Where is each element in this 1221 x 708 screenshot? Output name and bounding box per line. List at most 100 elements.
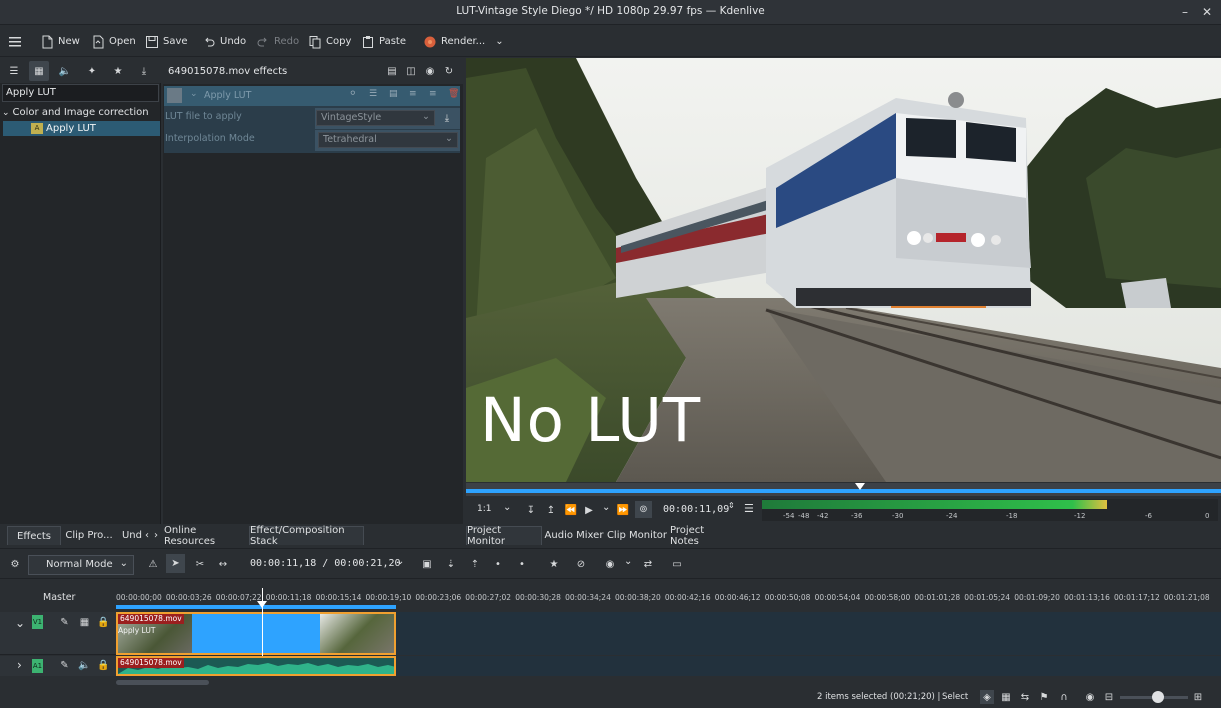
reset-icon[interactable]: ↻ (442, 64, 456, 78)
redo-button[interactable]: Redo (256, 31, 299, 52)
project-monitor-video[interactable]: No LUT (466, 58, 1221, 482)
insert-zone-icon[interactable]: ▣ (420, 557, 434, 571)
interpolation-select[interactable]: Tetrahedral ⌄ (318, 132, 458, 148)
timeline-position[interactable]: 00:00:11,18 / 00:00:21,20 (250, 558, 401, 569)
magnet-icon[interactable]: ∩ (1057, 690, 1071, 704)
eye-icon[interactable]: ◉ (423, 64, 437, 78)
chevron-down-icon[interactable]: ⌄ (495, 36, 503, 47)
tab-effect-composition-stack[interactable]: Effect/Composition Stack (249, 525, 364, 547)
download-icon[interactable]: ⤓ (134, 61, 154, 81)
effect-header-row[interactable]: ⌄ Apply LUT ⚪ ☰ ▤ ≡ ≡ 🗑 (164, 86, 460, 106)
effect-item-apply-lut[interactable]: A Apply LUT (3, 121, 160, 136)
zoom-in-icon[interactable]: ⊞ (1191, 690, 1205, 704)
tab-effects[interactable]: Effects (7, 526, 61, 545)
track-settings-icon[interactable]: ⚙ (8, 557, 22, 571)
tab-clip-properties[interactable]: Clip Pro... (63, 526, 115, 545)
rewind-icon[interactable]: ⏪ (564, 503, 578, 517)
audio-effects-icon[interactable]: 🔈 (55, 61, 75, 81)
tab-project-monitor[interactable]: Project Monitor (466, 525, 542, 547)
track-effects-icon[interactable]: ✎ (58, 659, 71, 672)
film-icon[interactable]: ▦ (999, 690, 1013, 704)
chevron-right-icon[interactable]: › (17, 658, 22, 672)
split-compare-icon[interactable]: ◫ (404, 64, 418, 78)
subtitle-icon[interactable]: ▭ (670, 557, 684, 571)
edit-mode-select[interactable]: Normal Mode ⌄ (28, 555, 134, 575)
set-zone-out-icon[interactable]: ↥ (544, 503, 558, 517)
paste-button[interactable]: Paste (361, 31, 406, 52)
zoom-fit-icon[interactable]: ◉ (1083, 690, 1097, 704)
chevron-down-icon[interactable]: ⌄ (190, 89, 198, 99)
save-effect-icon[interactable]: ▤ (389, 89, 398, 99)
monitor-playhead[interactable] (855, 483, 865, 490)
spacer-tool-icon[interactable]: ↔ (216, 557, 230, 571)
undo-button[interactable]: Undo (202, 31, 246, 52)
monitor-menu-icon[interactable]: ☰ (744, 502, 754, 515)
speaker-icon[interactable]: 🔈 (78, 659, 91, 672)
lock-icon[interactable]: 🔒 (97, 659, 110, 672)
track-effects-icon[interactable]: ✎ (58, 616, 71, 629)
extract-icon[interactable]: • (491, 557, 505, 571)
play-icon[interactable]: ▶ (582, 503, 596, 517)
video-effects-icon[interactable]: ▦ (29, 61, 49, 81)
tab-clip-monitor[interactable]: Clip Monitor (606, 526, 668, 545)
overwrite-icon[interactable]: ⇣ (444, 557, 458, 571)
set-zone-in-icon[interactable]: ↧ (524, 503, 538, 517)
hamburger-menu-button[interactable] (8, 31, 22, 52)
tab-online-resources[interactable]: Online Resources (164, 525, 246, 547)
ripple-icon[interactable]: • (515, 557, 529, 571)
minimize-icon[interactable]: – (1176, 3, 1194, 21)
zoom-slider-handle[interactable] (1152, 691, 1164, 703)
keyframe-icon[interactable]: ☰ (369, 89, 377, 99)
lut-file-select[interactable]: VintageStyle ⌄ (316, 110, 435, 126)
film-icon[interactable]: ▦ (78, 616, 91, 629)
disable-icon[interactable]: ⊘ (574, 557, 588, 571)
monitor-timecode[interactable]: 00:00:11,09 (663, 504, 729, 515)
close-icon[interactable]: ✕ (1198, 3, 1216, 21)
copy-button[interactable]: Copy (308, 31, 351, 52)
multicam-icon[interactable]: ⚠ (146, 557, 160, 571)
flag-icon[interactable]: ⚑ (1037, 690, 1051, 704)
save-stack-icon[interactable]: ▤ (385, 64, 399, 78)
mixer-icon[interactable]: ⇄ (641, 557, 655, 571)
chevron-down-icon[interactable]: ⌄ (624, 556, 632, 567)
chevron-down-icon[interactable]: ⌄ (2, 108, 10, 118)
chevron-down-icon[interactable]: ⌄ (15, 616, 25, 630)
chevron-right-icon[interactable]: › (151, 526, 161, 545)
tag-icon[interactable]: ◈ (980, 690, 994, 704)
loop-zone-icon[interactable]: ⊚ (635, 501, 652, 518)
download-lut-icon[interactable]: ⤓ (440, 111, 454, 125)
master-label[interactable]: Master (43, 592, 75, 603)
chevron-down-icon[interactable]: ⌄ (396, 556, 404, 567)
split-audio-icon[interactable]: ⇆ (1018, 690, 1032, 704)
category-color-correction[interactable]: ⌄ Color and Image correction (2, 105, 159, 120)
favorite-star-icon[interactable]: ★ (108, 61, 128, 81)
razor-tool-icon[interactable]: ✂ (193, 557, 207, 571)
tab-audio-mixer[interactable]: Audio Mixer (544, 526, 604, 545)
record-icon[interactable]: ◉ (603, 557, 617, 571)
timeline-scrollbar[interactable] (116, 680, 209, 685)
tab-project-notes[interactable]: Project Notes (670, 525, 736, 547)
lock-icon[interactable]: 🔒 (97, 616, 110, 629)
chevron-down-icon[interactable]: ⌄ (602, 502, 610, 513)
list-view-icon[interactable]: ☰ (4, 61, 24, 81)
favorite-star-icon[interactable]: ★ (547, 557, 561, 571)
forward-icon[interactable]: ⏩ (616, 503, 630, 517)
track-v1[interactable]: 649015078.mov Apply LUT (116, 588, 1221, 676)
open-button[interactable]: Open (91, 31, 136, 52)
select-tool-icon[interactable]: ➤ (166, 554, 185, 573)
zoom-level[interactable]: 1:1 (477, 504, 491, 514)
track-tag-v1[interactable]: V1 (32, 615, 43, 629)
new-button[interactable]: New (40, 31, 80, 52)
lift-icon[interactable]: ⇡ (468, 557, 482, 571)
save-button[interactable]: Save (145, 31, 188, 52)
effects-search-input[interactable]: Apply LUT (2, 84, 159, 102)
chevron-left-icon[interactable]: ‹ (143, 526, 151, 545)
render-button[interactable]: Render... ⌄ (423, 31, 504, 52)
timecode-spinner-icon[interactable]: ⇕ (728, 501, 735, 510)
delete-effect-icon[interactable]: 🗑 (448, 89, 459, 99)
monitor-ruler[interactable] (466, 483, 1221, 496)
custom-effects-icon[interactable]: ✦ (82, 61, 102, 81)
chevron-down-icon[interactable]: ⌄ (503, 502, 511, 513)
timeline-ruler[interactable]: 00:00:00;00 00:00:03;26 00:00:07;22 00:00:1… (116, 588, 1221, 610)
zoom-out-icon[interactable]: ⊟ (1102, 690, 1116, 704)
